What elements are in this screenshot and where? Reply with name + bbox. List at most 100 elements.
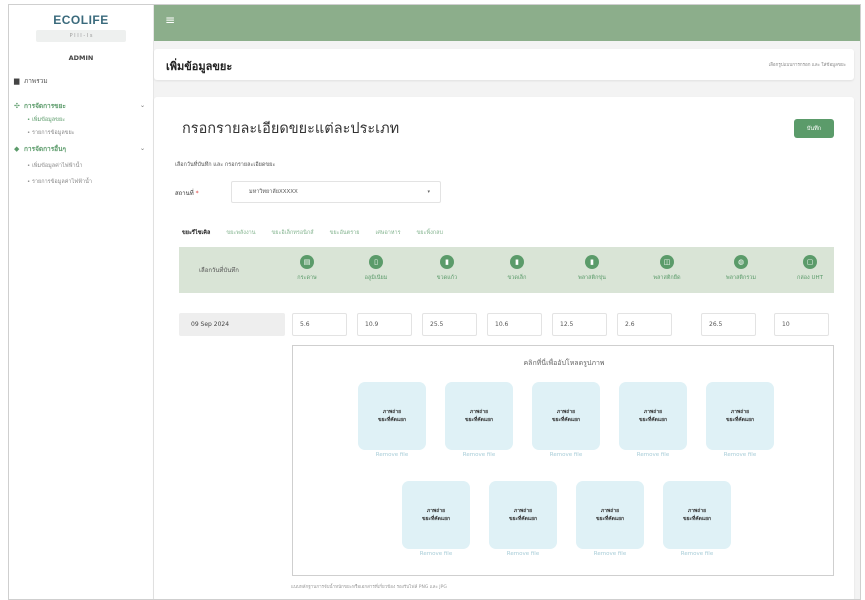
required-mark: * — [195, 190, 199, 197]
chevron-down-icon: ⌄ — [139, 145, 145, 152]
page-header: เพิ่มข้อมูลขยะ เลือกรูปแบบการกรอก และ ใส… — [154, 49, 854, 80]
tag-icon: ◆ — [14, 144, 20, 153]
user-role: ADMIN — [68, 54, 94, 62]
save-button[interactable]: บันทึก — [794, 119, 834, 138]
sidebar-subitem-utility-list[interactable]: • รายการข้อมูลค่าไฟฟ้าน้ำ — [9, 176, 153, 189]
uploaded-file-thumb[interactable]: ภาพถ่าย ขยะที่คัดแยก — [663, 481, 731, 549]
sidebar-item-overview[interactable]: ▆ ภาพรวม — [9, 72, 153, 89]
app-frame: ECOLIFE P I I I - I s ADMIN ▆ ภาพรวม ✣ ก… — [8, 4, 861, 600]
form-hint: เลือกวันที่บันทึก และ กรอกรายละเอียดขยะ — [175, 162, 276, 168]
plastic-opaque-icon: ▮ — [585, 255, 599, 269]
station-label-text: สถานที่ — [175, 190, 194, 197]
remove-file-link[interactable]: Remove file — [663, 551, 731, 557]
hamburger-icon[interactable]: ≡ — [165, 13, 175, 27]
chevron-down-icon: ⌄ — [139, 102, 145, 109]
file-label: ภาพถ่าย ขยะที่คัดแยก — [377, 409, 407, 423]
category-name: พลาสติกยืด — [653, 275, 681, 281]
plastic-mixed-icon: ◍ — [734, 255, 748, 269]
category-name: พลาสติกขุ่น — [578, 275, 606, 281]
upload-footnote: แนบหลักฐานการจับน้ำหนักขยะหรือเอกสารที่เ… — [291, 585, 447, 590]
category-aluminium: ▯ อลูมิเนียม — [346, 255, 406, 282]
category-name: กล่อง UHT — [797, 275, 823, 281]
file-label: ภาพถ่าย ขยะที่คัดแยก — [682, 508, 712, 522]
page-hint: เลือกรูปแบบการกรอก และ ใส่ข้อมูลขยะ — [768, 63, 846, 68]
uploaded-file-thumb[interactable]: ภาพถ่าย ขยะที่คัดแยก — [489, 481, 557, 549]
sidebar-item-label: การจัดการขยะ — [24, 101, 66, 110]
logo-title: ECOLIFE — [53, 13, 109, 27]
category-glass-bottle: ▮ ขวดแก้ว — [417, 255, 477, 282]
sidebar-item-label: การจัดการอื่นๆ — [24, 144, 67, 153]
file-label: ภาพถ่าย ขยะที่คัดแยก — [638, 409, 668, 423]
value-input-plastic-mixed[interactable]: 26.5 — [701, 313, 756, 336]
category-header-row: เลือกวันที่บันทึก ▤ กระดาษ ▯ อลูมิเนียม … — [179, 247, 834, 293]
tab-hazardous[interactable]: ขยะอันตราย — [330, 229, 360, 237]
uploaded-file-thumb[interactable]: ภาพถ่าย ขยะที่คัดแยก — [619, 382, 687, 450]
form-card: กรอกรายละเอียดขยะแต่ละประเภท บันทึก เลือ… — [154, 97, 854, 599]
remove-file-link[interactable]: Remove file — [489, 551, 557, 557]
category-plastic-stretch: ◫ พลาสติกยืด — [637, 255, 697, 282]
sidebar: ECOLIFE P I I I - I s ADMIN ▆ ภาพรวม ✣ ก… — [9, 5, 154, 599]
top-bar: ≡ — [154, 5, 860, 41]
category-name: ขวดแก้ว — [436, 275, 458, 281]
uploaded-file-thumb[interactable]: ภาพถ่าย ขยะที่คัดแยก — [532, 382, 600, 450]
upload-title: คลิกที่นี่เพื่ออัปโหลดรูปภาพ — [523, 359, 605, 367]
paper-icon: ▤ — [300, 255, 314, 269]
sidebar-item-other-management[interactable]: ◆ การจัดการอื่นๆ ⌄ — [9, 140, 153, 157]
logo-subtitle: P I I I - I s — [36, 30, 126, 42]
document-icon: ▆ — [14, 76, 20, 85]
file-label: ภาพถ่าย ขยะที่คัดแยก — [508, 508, 538, 522]
value-input-uht-box[interactable]: 10 — [774, 313, 829, 336]
value-input-aluminium[interactable]: 10.9 — [357, 313, 412, 336]
category-name: พลาสติกรวม — [725, 275, 756, 281]
value-input-small-bottle[interactable]: 10.6 — [487, 313, 542, 336]
caret-down-icon: ▾ — [427, 189, 430, 195]
value-input-plastic-opaque[interactable]: 12.5 — [552, 313, 607, 336]
users-icon: ✣ — [14, 101, 20, 110]
remove-file-link[interactable]: Remove file — [445, 452, 513, 458]
value-input-plastic-stretch[interactable]: 2.6 — [617, 313, 672, 336]
uht-box-icon: ▢ — [803, 255, 817, 269]
value-input-glass-bottle[interactable]: 25.5 — [422, 313, 477, 336]
station-select[interactable]: มหาวิทยาลัยXXXXX ▾ — [231, 181, 441, 203]
file-label: ภาพถ่าย ขยะที่คัดแยก — [595, 508, 625, 522]
uploaded-file-thumb[interactable]: ภาพถ่าย ขยะที่คัดแยก — [706, 382, 774, 450]
remove-file-link[interactable]: Remove file — [402, 551, 470, 557]
uploaded-file-thumb[interactable]: ภาพถ่าย ขยะที่คัดแยก — [402, 481, 470, 549]
file-label: ภาพถ่าย ขยะที่คัดแยก — [421, 508, 451, 522]
remove-file-link[interactable]: Remove file — [706, 452, 774, 458]
upload-dropzone[interactable]: คลิกที่นี่เพื่ออัปโหลดรูปภาพ ภาพถ่าย ขยะท… — [292, 345, 834, 576]
category-small-bottle: ▮ ขวดเล็ก — [487, 255, 547, 282]
plastic-stretch-icon: ◫ — [660, 255, 674, 269]
form-title: กรอกรายละเอียดขยะแต่ละประเภท — [182, 121, 400, 137]
category-paper: ▤ กระดาษ — [277, 255, 337, 282]
sidebar-subitem-add-waste[interactable]: • เพิ่มข้อมูลขยะ — [9, 114, 153, 127]
file-label: ภาพถ่าย ขยะที่คัดแยก — [551, 409, 581, 423]
remove-file-link[interactable]: Remove file — [358, 452, 426, 458]
remove-file-link[interactable]: Remove file — [532, 452, 600, 458]
logo: ECOLIFE P I I I - I s — [36, 13, 126, 42]
tab-recycle[interactable]: ขยะรีไซเคิล — [182, 229, 210, 237]
sidebar-subitem-waste-list[interactable]: • รายการข้อมูลขยะ — [9, 127, 153, 140]
tab-energy[interactable]: ขยะพลังงาน — [226, 229, 255, 237]
station-label: สถานที่ * — [175, 188, 199, 198]
sidebar-subitem-add-utility[interactable]: • เพิ่มข้อมูลค่าไฟฟ้าน้ำ — [9, 160, 153, 173]
remove-file-link[interactable]: Remove file — [619, 452, 687, 458]
tab-landfill[interactable]: ขยะพิ้งกลบ — [417, 229, 443, 237]
category-uht-box: ▢ กล่อง UHT — [780, 255, 840, 282]
remove-file-link[interactable]: Remove file — [576, 551, 644, 557]
uploaded-file-thumb[interactable]: ภาพถ่าย ขยะที่คัดแยก — [576, 481, 644, 549]
file-label: ภาพถ่าย ขยะที่คัดแยก — [464, 409, 494, 423]
value-input-paper[interactable]: 5.6 — [292, 313, 347, 336]
waste-type-tabs: ขยะรีไซเคิล ขยะพลังงาน ขยะอิเล็กทรอนิกส์… — [182, 229, 459, 237]
sidebar-item-waste-management[interactable]: ✣ การจัดการขยะ ⌄ — [9, 97, 153, 114]
glass-bottle-icon: ▮ — [440, 255, 454, 269]
uploaded-file-thumb[interactable]: ภาพถ่าย ขยะที่คัดแยก — [358, 382, 426, 450]
tab-electronic[interactable]: ขยะอิเล็กทรอนิกส์ — [271, 229, 313, 237]
tab-food-waste[interactable]: เศษอาหาร — [375, 229, 400, 237]
category-name: อลูมิเนียม — [364, 275, 388, 281]
uploaded-file-thumb[interactable]: ภาพถ่าย ขยะที่คัดแยก — [445, 382, 513, 450]
sidebar-item-label: ภาพรวม — [24, 76, 48, 85]
file-label: ภาพถ่าย ขยะที่คัดแยก — [725, 409, 755, 423]
date-picker[interactable]: 09 Sep 2024 — [179, 313, 285, 336]
category-plastic-opaque: ▮ พลาสติกขุ่น — [562, 255, 622, 282]
